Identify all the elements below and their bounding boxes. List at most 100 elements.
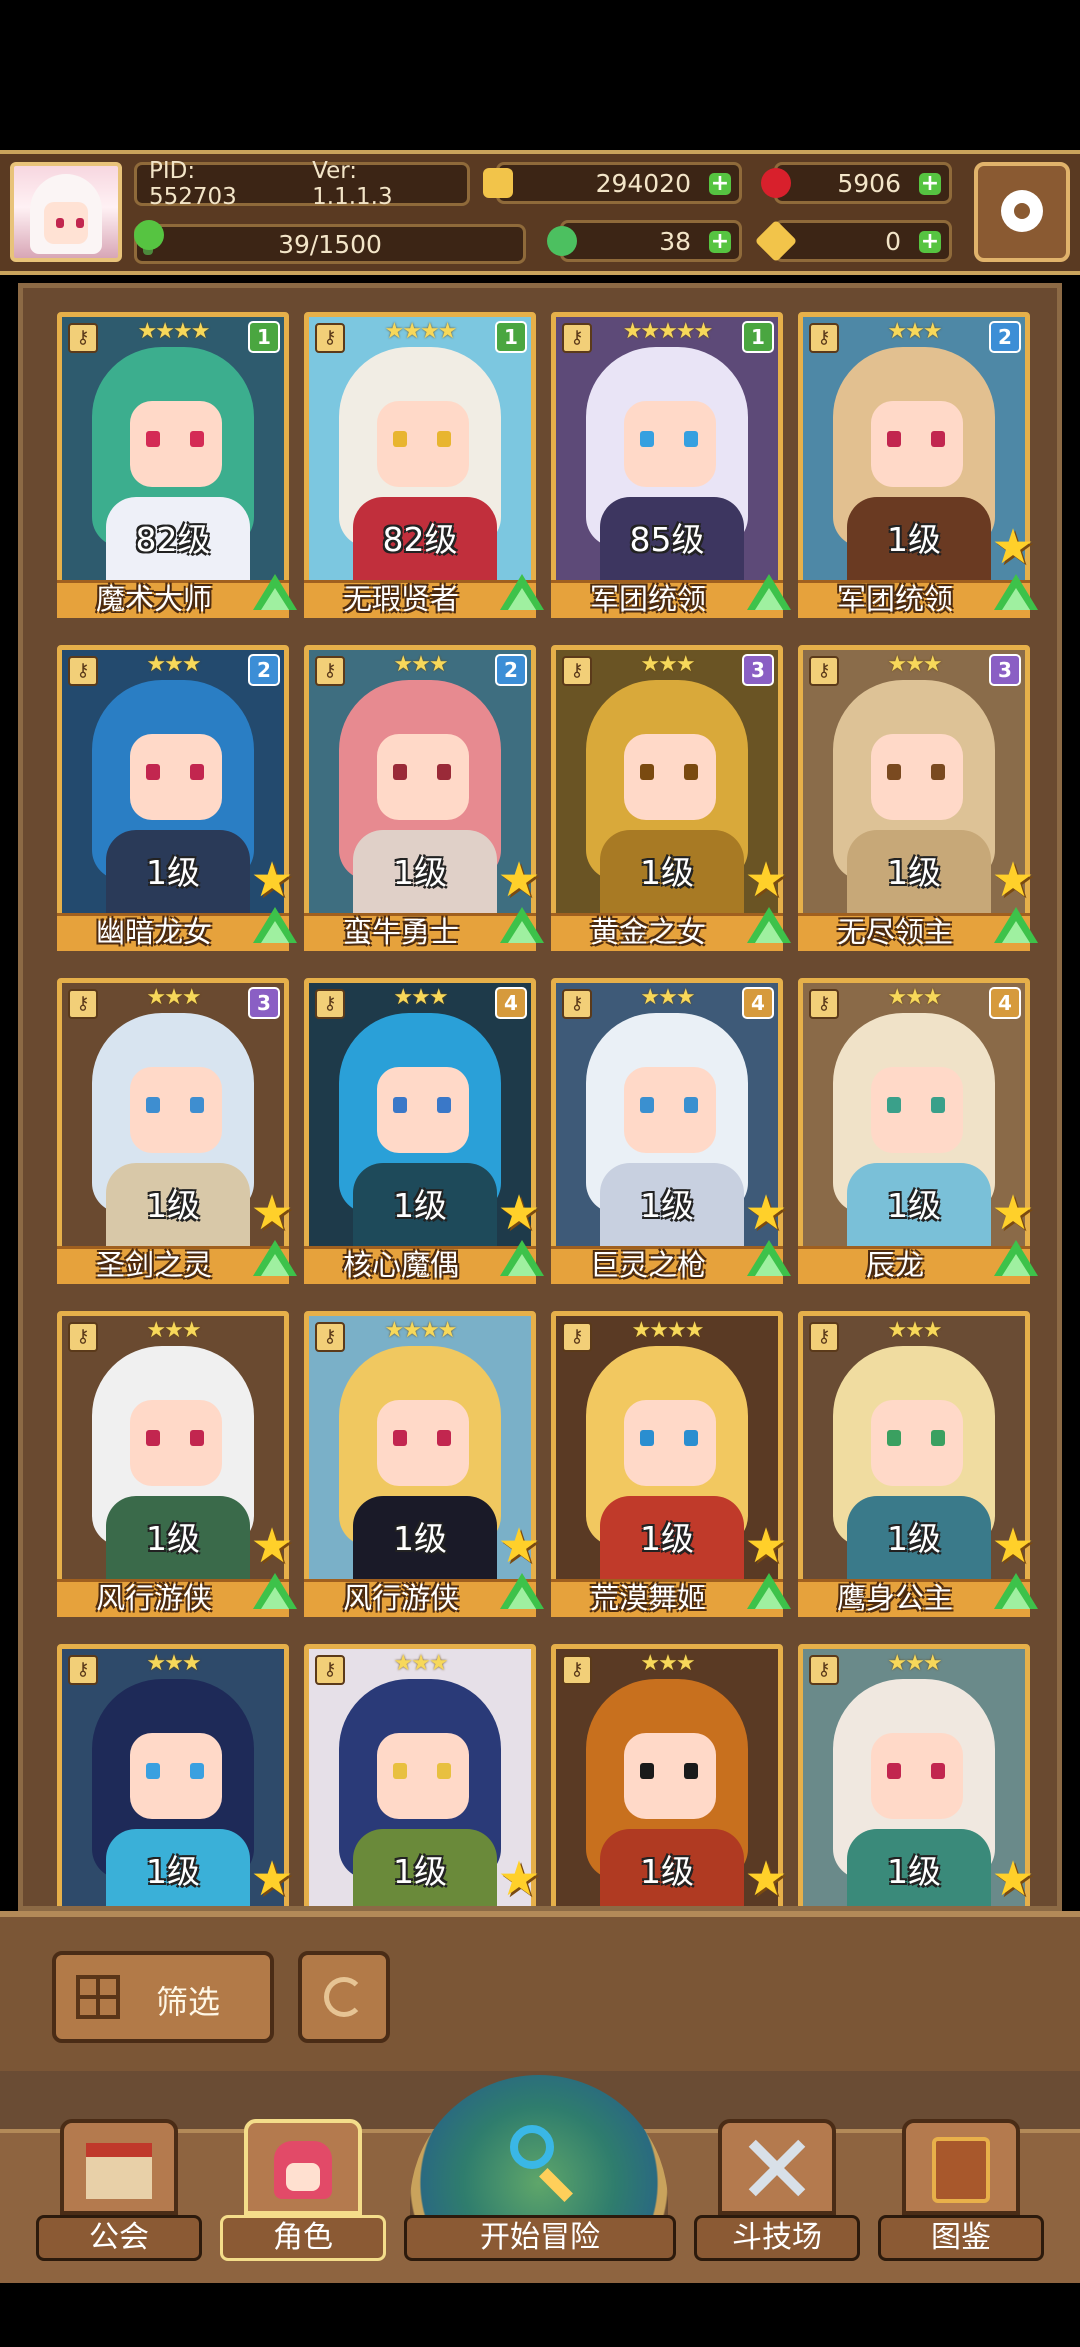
magnifier-icon: [510, 2125, 554, 2169]
character-card[interactable]: ⚷ ★★★ 2 1级 幽暗龙女 ★: [57, 645, 297, 957]
four-leaf-clover-icon: [547, 226, 577, 256]
star-upgrade-icon: ★: [991, 1185, 1035, 1241]
character-card[interactable]: ⚷ ★★★★★ 1 85级 军团统领: [551, 312, 791, 624]
character-card[interactable]: ⚷ ★★★ 1级 鹰身公主 ★: [798, 1311, 1038, 1623]
character-card[interactable]: ⚷ ★★★ 1级 风行游侠 ★: [57, 1311, 297, 1623]
character-card[interactable]: ⚷ ★★★★ 1 82级 魔术大师: [57, 312, 297, 624]
character-card[interactable]: ⚷ ★★★ 4 1级 巨灵之枪 ★: [551, 978, 791, 1290]
add-gold-button[interactable]: +: [709, 173, 731, 195]
character-card[interactable]: ⚷ ★★★★ 1级 风行游侠 ★: [304, 1311, 544, 1623]
nav-arena[interactable]: 斗技场: [694, 2111, 860, 2261]
nav-codex[interactable]: 图鉴: [878, 2111, 1044, 2261]
character-name: 无尽领主: [836, 915, 953, 949]
character-name: 蛮牛勇士: [342, 915, 459, 949]
tier-badge: 3: [742, 654, 774, 686]
bottom-navigation: 公会 角色 开始冒险 斗技场 图鉴: [0, 2071, 1080, 2347]
upgrade-arrow-icon: [747, 574, 791, 610]
rarity-stars: ★★★: [887, 1318, 942, 1343]
upgrade-arrow-icon: [747, 907, 791, 943]
gold-counter: 294020 +: [483, 162, 742, 204]
key-amount: 0: [885, 226, 901, 256]
rarity-stars: ★★★: [393, 1651, 448, 1676]
add-clover-button[interactable]: +: [709, 231, 731, 253]
star-upgrade-icon: ★: [744, 852, 788, 908]
character-list-panel[interactable]: ⚷ ★★★★ 1 82级 魔术大师 ⚷ ★★★★ 1 82级 无瑕贤者 ⚷ ★★★★★ 1 85级 军团统领…: [18, 283, 1062, 1911]
key-icon: [754, 219, 798, 263]
character-card[interactable]: ⚷ ★★★★ 1 82级 无瑕贤者: [304, 312, 544, 624]
character-card[interactable]: ⚷ ★★★ 1级 ★: [551, 1644, 788, 1906]
player-avatar[interactable]: [10, 162, 122, 262]
character-card[interactable]: ⚷ ★★★ 3 1级 圣剑之灵 ★: [57, 978, 297, 1290]
character-name: 鹰身公主: [836, 1581, 953, 1615]
nav-guild-label: 公会: [36, 2215, 202, 2261]
stamina-text: 39/1500: [278, 229, 382, 259]
rarity-stars: ★★★★: [631, 1318, 705, 1343]
nav-adventure-label: 开始冒险: [404, 2215, 676, 2261]
crossed-swords-icon: [718, 2119, 836, 2215]
character-name: 风行游侠: [342, 1581, 459, 1615]
book-icon: [902, 2119, 1020, 2215]
character-card[interactable]: ⚷ ★★★★ 1级 荒漠舞姬 ★: [551, 1311, 791, 1623]
upgrade-arrow-icon: [253, 1573, 297, 1609]
filter-button[interactable]: 筛选: [52, 1951, 274, 2043]
star-upgrade-icon: ★: [744, 1185, 788, 1241]
rarity-stars: ★★★: [146, 1651, 201, 1676]
upgrade-arrow-icon: [500, 1573, 544, 1609]
star-upgrade-icon: ★: [250, 852, 294, 908]
character-portrait-frame: ⚷ ★★★★★ 1 85级: [551, 312, 783, 612]
player-info: PID: 552703 Ver: 1.1.1.3: [134, 158, 470, 210]
star-upgrade-icon: ★: [250, 1851, 294, 1907]
upgrade-arrow-icon: [500, 1240, 544, 1276]
character-card[interactable]: ⚷ ★★★ 1级 ★: [798, 1644, 1035, 1906]
nav-characters-label: 角色: [220, 2215, 386, 2261]
character-card[interactable]: ⚷ ★★★ 3 1级 无尽领主 ★: [798, 645, 1038, 957]
character-name: 无瑕贤者: [342, 582, 459, 616]
add-gems-button[interactable]: +: [919, 173, 941, 195]
character-name: 辰龙: [865, 1248, 924, 1282]
upgrade-arrow-icon: [747, 1573, 791, 1609]
clover-icon: [134, 220, 164, 250]
settings-button[interactable]: [974, 162, 1070, 262]
character-card[interactable]: ⚷ ★★★ 4 1级 辰龙 ★: [798, 978, 1038, 1290]
refresh-button[interactable]: [298, 1951, 390, 2043]
add-keys-button[interactable]: +: [919, 231, 941, 253]
star-upgrade-icon: ★: [497, 852, 541, 908]
tier-badge: 4: [742, 987, 774, 1019]
character-card[interactable]: ⚷ ★★★ 3 1级 黄金之女 ★: [551, 645, 791, 957]
rarity-stars: ★★★: [146, 1318, 201, 1343]
character-name: 巨灵之枪: [589, 1248, 706, 1282]
gold-amount: 294020: [595, 168, 691, 198]
character-card[interactable]: ⚷ ★★★ 2 1级 蛮牛勇士 ★: [304, 645, 544, 957]
character-card[interactable]: ⚷ ★★★ 1级 ★: [304, 1644, 541, 1906]
nav-characters[interactable]: 角色: [220, 2111, 386, 2261]
nav-start-adventure[interactable]: 开始冒险: [404, 2071, 676, 2261]
status-bar-area: [0, 0, 1080, 150]
clover-amount: 38: [659, 226, 691, 256]
character-portrait-frame: ⚷ ★★★★ 1 82级: [304, 312, 536, 612]
filter-toolbar: 筛选: [0, 1911, 1080, 2071]
nav-guild[interactable]: 公会: [36, 2111, 202, 2261]
rarity-stars: ★★★★: [384, 1318, 458, 1343]
character-card[interactable]: ⚷ ★★★ 4 1级 核心魔偶 ★: [304, 978, 544, 1290]
upgrade-arrow-icon: [253, 1240, 297, 1276]
character-name: 圣剑之灵: [95, 1248, 212, 1282]
star-upgrade-icon: ★: [991, 1518, 1035, 1574]
gem-counter: 5906 +: [761, 162, 952, 204]
rarity-stars: ★★★: [640, 1651, 695, 1676]
star-upgrade-icon: ★: [497, 1851, 541, 1907]
upgrade-arrow-icon: [994, 1240, 1038, 1276]
character-card[interactable]: ⚷ ★★★ 1级 ★: [57, 1644, 294, 1906]
upgrade-arrow-icon: [253, 574, 297, 610]
ruby-icon: [761, 168, 791, 198]
guild-building-icon: [60, 2119, 178, 2215]
character-name: 黄金之女: [589, 915, 706, 949]
grid-icon: [76, 1975, 120, 2019]
gold-coin-icon: [483, 168, 513, 198]
star-upgrade-icon: ★: [744, 1851, 788, 1907]
character-portrait-frame: ⚷ ★★★★ 1 82级: [57, 312, 289, 612]
character-card[interactable]: ⚷ ★★★ 2 1级 军团统领 ★: [798, 312, 1038, 624]
tier-badge: 4: [495, 987, 527, 1019]
star-upgrade-icon: ★: [250, 1185, 294, 1241]
refresh-icon: [324, 1977, 364, 2017]
star-upgrade-icon: ★: [744, 1518, 788, 1574]
